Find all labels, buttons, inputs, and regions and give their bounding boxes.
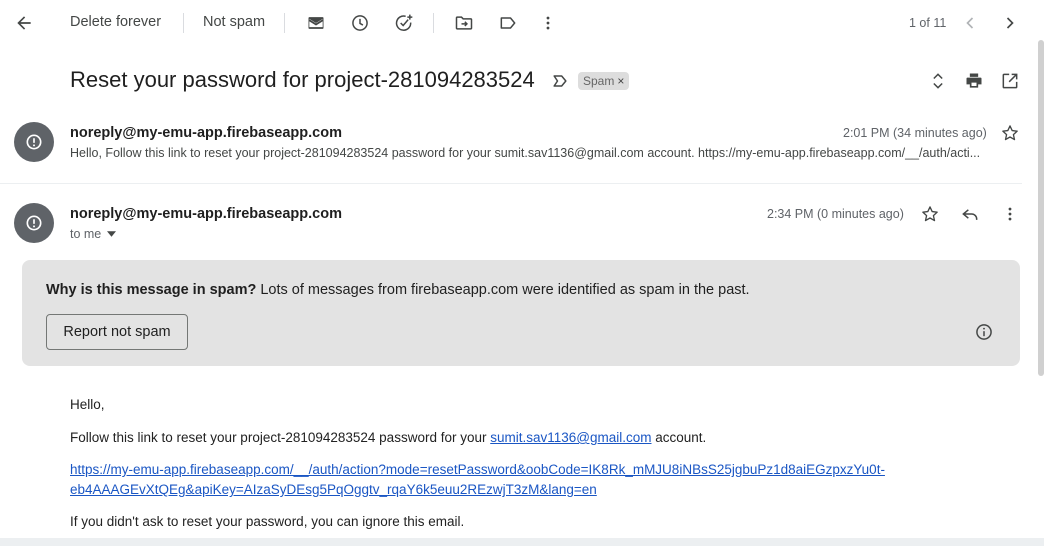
reply-icon[interactable] — [956, 200, 984, 228]
toolbar-divider — [433, 13, 434, 33]
message-time: 2:34 PM (0 minutes ago) — [767, 207, 904, 221]
toolbar-divider — [284, 13, 285, 33]
move-to-icon[interactable] — [450, 9, 478, 37]
back-arrow-icon[interactable] — [10, 9, 38, 37]
spam-explanation: Lots of messages from firebaseapp.com we… — [260, 282, 750, 298]
email-subject: Reset your password for project-28109428… — [70, 67, 535, 92]
open-new-window-icon[interactable] — [996, 67, 1024, 95]
more-vert-icon[interactable] — [534, 9, 562, 37]
mark-unread-icon[interactable] — [302, 9, 330, 37]
clock-icon[interactable] — [346, 9, 374, 37]
important-marker-icon[interactable] — [546, 67, 574, 95]
star-icon[interactable] — [916, 200, 944, 228]
spam-warning-text: Why is this message in spam? Lots of mes… — [46, 282, 750, 298]
scrollbar[interactable] — [1038, 40, 1044, 376]
info-icon[interactable] — [970, 318, 998, 346]
chevron-left-icon[interactable] — [956, 9, 984, 37]
chevron-right-icon[interactable] — [996, 9, 1024, 37]
body-greeting: Hello, — [70, 397, 105, 412]
report-not-spam-button[interactable]: Report not spam — [46, 314, 188, 350]
avatar — [14, 203, 54, 243]
pagination-count: 1 of 11 — [909, 16, 947, 30]
spam-question: Why is this message in spam? — [46, 282, 257, 298]
remove-label-icon[interactable]: × — [617, 74, 624, 88]
spam-label-chip: Spam × — [578, 72, 630, 90]
sender-name[interactable]: noreply@my-emu-app.firebaseapp.com — [70, 206, 342, 222]
warning-icon — [26, 215, 42, 231]
body-text-before: Follow this link to reset your project-2… — [70, 430, 491, 445]
print-icon[interactable] — [960, 67, 988, 95]
email-link[interactable]: sumit.sav1136@gmail.com — [490, 430, 651, 445]
caret-down-icon — [107, 231, 117, 237]
more-vert-icon[interactable] — [996, 200, 1024, 228]
body-ignore-note: If you didn't ask to reset your password… — [70, 514, 465, 529]
spam-warning-banner: Why is this message in spam? Lots of mes… — [22, 260, 1020, 366]
star-icon[interactable] — [996, 119, 1024, 147]
warning-icon — [26, 134, 42, 150]
reset-link-line1[interactable]: https://my-emu-app.firebaseapp.com/__/au… — [70, 462, 885, 477]
sender-name[interactable]: noreply@my-emu-app.firebaseapp.com — [70, 125, 342, 141]
add-task-icon[interactable] — [390, 9, 418, 37]
expand-all-icon[interactable] — [924, 67, 952, 95]
bottom-edge — [0, 538, 1044, 546]
not-spam-button[interactable]: Not spam — [203, 14, 265, 30]
message-divider — [0, 183, 1022, 184]
reset-password-link-block[interactable]: https://my-emu-app.firebaseapp.com/__/au… — [70, 460, 930, 500]
toolbar-divider — [183, 13, 184, 33]
avatar — [14, 122, 54, 162]
spam-label-text: Spam — [583, 74, 615, 88]
reset-link-line2[interactable]: eb4AAAGEvXtQEg&apiKey=AIzaSyDEsg5PqOggtv… — [70, 482, 597, 497]
body-text-after: account. — [651, 430, 707, 445]
recipient-label: to me — [70, 227, 102, 241]
label-icon[interactable] — [494, 9, 522, 37]
body-paragraph: Follow this link to reset your project-2… — [70, 430, 706, 445]
recipient-dropdown[interactable]: to me — [70, 227, 117, 241]
message-snippet[interactable]: Hello, Follow this link to reset your pr… — [70, 146, 1022, 160]
delete-forever-button[interactable]: Delete forever — [70, 14, 161, 30]
message-time: 2:01 PM (34 minutes ago) — [843, 126, 987, 140]
